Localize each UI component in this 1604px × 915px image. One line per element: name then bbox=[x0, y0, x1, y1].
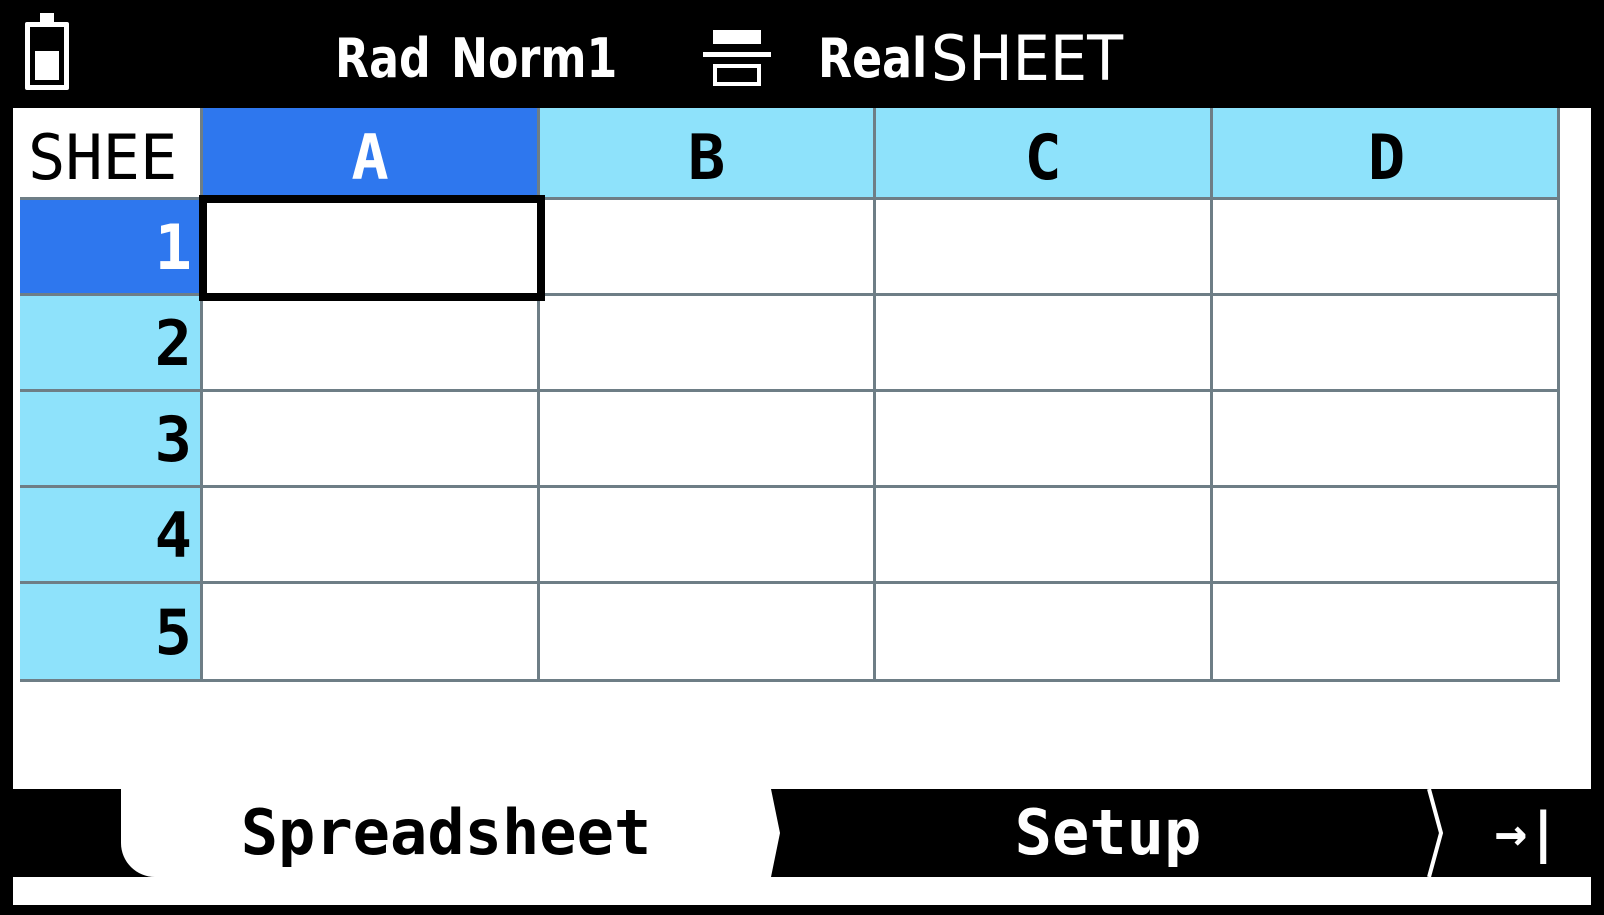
row-header-3[interactable]: 3 bbox=[20, 389, 202, 485]
row-header-5[interactable]: 5 bbox=[20, 581, 202, 679]
cell-b5[interactable] bbox=[537, 581, 873, 679]
sheet-corner-label: SHEE bbox=[20, 108, 200, 197]
column-header-d[interactable]: D bbox=[1210, 108, 1560, 197]
cell-c1[interactable] bbox=[873, 197, 1210, 293]
row-header-1[interactable]: 1 bbox=[20, 197, 202, 293]
battery-icon bbox=[25, 13, 69, 90]
tab-setup[interactable]: Setup bbox=[783, 789, 1433, 877]
cell-c3[interactable] bbox=[873, 389, 1210, 485]
row-header-4[interactable]: 4 bbox=[20, 485, 202, 581]
cell-d2[interactable] bbox=[1210, 293, 1560, 389]
grid-right-line bbox=[1557, 108, 1560, 682]
cell-d3[interactable] bbox=[1210, 389, 1560, 485]
cell-b4[interactable] bbox=[537, 485, 873, 581]
calculator-screen: Rad Norm1 Real SHEET SHEE A B C D 1 2 3 … bbox=[0, 0, 1604, 915]
cell-a2[interactable] bbox=[200, 293, 537, 389]
cell-a4[interactable] bbox=[200, 485, 537, 581]
fraction-format-icon bbox=[703, 30, 771, 86]
status-bar: Rad Norm1 Real SHEET bbox=[13, 10, 1591, 108]
cell-b3[interactable] bbox=[537, 389, 873, 485]
cell-c5[interactable] bbox=[873, 581, 1210, 679]
tab-spreadsheet-label: Spreadsheet bbox=[240, 796, 652, 869]
next-page-icon[interactable]: →| bbox=[1481, 789, 1573, 877]
column-header-c[interactable]: C bbox=[873, 108, 1210, 197]
tab-separator-arrow bbox=[1427, 789, 1444, 877]
column-header-a[interactable]: A bbox=[200, 108, 537, 197]
cell-a5[interactable] bbox=[200, 581, 537, 679]
cell-c4[interactable] bbox=[873, 485, 1210, 581]
complex-mode-indicator: Real bbox=[818, 27, 928, 90]
column-header-b[interactable]: B bbox=[537, 108, 873, 197]
cell-a3[interactable] bbox=[200, 389, 537, 485]
function-bar: Spreadsheet Setup →| bbox=[13, 789, 1591, 877]
screen-inner: Rad Norm1 Real SHEET SHEE A B C D 1 2 3 … bbox=[13, 10, 1591, 905]
app-name: SHEET bbox=[931, 22, 1124, 95]
cell-d1[interactable] bbox=[1210, 197, 1560, 293]
angle-unit-indicator: Rad bbox=[335, 27, 431, 90]
grid-bottom-line bbox=[20, 679, 1560, 682]
cell-d5[interactable] bbox=[1210, 581, 1560, 679]
cell-d4[interactable] bbox=[1210, 485, 1560, 581]
cell-b2[interactable] bbox=[537, 293, 873, 389]
cell-b1[interactable] bbox=[537, 197, 873, 293]
cell-c2[interactable] bbox=[873, 293, 1210, 389]
display-format-indicator: Norm1 bbox=[451, 27, 618, 90]
spreadsheet-grid: SHEE A B C D 1 2 3 4 5 bbox=[20, 108, 1560, 682]
selected-cell-cursor[interactable] bbox=[199, 195, 545, 301]
row-header-2[interactable]: 2 bbox=[20, 293, 202, 389]
